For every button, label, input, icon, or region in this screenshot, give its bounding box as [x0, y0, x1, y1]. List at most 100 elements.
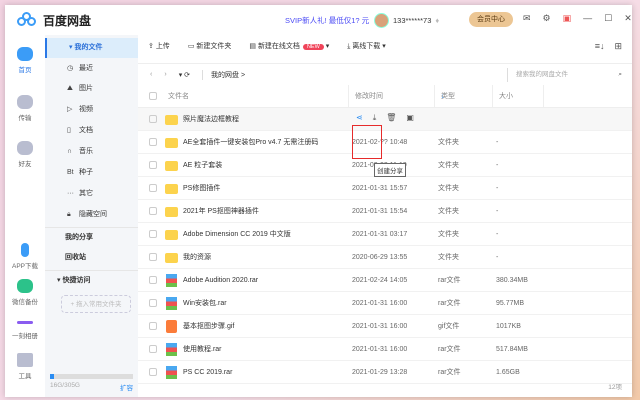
select-all-checkbox[interactable]	[149, 92, 157, 100]
delete-icon[interactable]: 🗑︎	[386, 113, 396, 123]
row-checkbox[interactable]	[149, 138, 157, 146]
table-row[interactable]: PS修图插件 2021-01-31 15:57 文件夹 -	[138, 177, 632, 200]
col-type[interactable]: 类型	[434, 85, 492, 108]
vip-center-button[interactable]: 会员中心	[469, 12, 513, 27]
nav-friends[interactable]: 好友	[5, 141, 45, 168]
sidebar-item-video[interactable]: ▷ 视频	[45, 100, 138, 120]
row-checkbox[interactable]	[149, 230, 157, 238]
row-checkbox[interactable]	[149, 161, 157, 169]
nav-tools[interactable]: 工具	[5, 353, 45, 380]
sidebar-label: 最近	[79, 65, 93, 72]
file-size: -	[496, 231, 499, 238]
folder-icon	[165, 115, 178, 125]
svip-promo-link[interactable]: SVIP新人礼! 最低仅1? 元	[285, 15, 369, 26]
row-checkbox[interactable]	[149, 184, 157, 192]
table-row[interactable]: 我的资源 2020-06-29 13:55 文件夹 -	[138, 246, 632, 269]
table-row[interactable]: 2021年 PS抠图神器插件 2021-01-31 15:54 文件夹 -	[138, 200, 632, 223]
sidebar: ▾ 我的文件 ◷ 最近 ⛰ 图片 ▷ 视频 ▯ 文档 ∩ 音乐 Bt 种子 ··· 其它 🔒︎…	[45, 35, 138, 397]
sidebar-item-images[interactable]: ⛰ 图片	[45, 79, 138, 99]
table-row[interactable]: PS CC 2019.rar 2021-01-29 13:28 rar文件 1.…	[138, 361, 632, 384]
file-type: 文件夹	[438, 185, 459, 192]
nav-label: 一刻相册	[12, 333, 38, 340]
row-checkbox[interactable]	[149, 345, 157, 353]
breadcrumb[interactable]: 我的网盘 >	[202, 69, 245, 80]
table-row[interactable]: 使用教程.rar 2021-01-31 16:00 rar文件 517.84MB	[138, 338, 632, 361]
col-size[interactable]: 大小	[492, 85, 544, 108]
expand-storage-link[interactable]: 扩容	[120, 382, 133, 392]
file-name[interactable]: 照片魔法边框教程	[183, 108, 239, 131]
col-name[interactable]: 文件名	[168, 85, 189, 108]
file-name[interactable]: PS修图插件	[183, 177, 220, 200]
file-name[interactable]: PS CC 2019.rar	[183, 361, 232, 384]
sidebar-my-files[interactable]: ▾ 我的文件	[45, 38, 138, 58]
nav-transfer[interactable]: 传输	[5, 95, 45, 122]
new-folder-button[interactable]: ▭ 新建文件夹	[188, 41, 232, 51]
share-icon[interactable]: ⋖	[356, 113, 363, 123]
mail-icon[interactable]: ✉	[523, 13, 531, 24]
user-menu[interactable]: 133******73 ♦	[374, 12, 439, 28]
grid-icon	[17, 353, 33, 367]
breadcrumb-item[interactable]: 我的网盘	[211, 72, 239, 79]
forward-icon[interactable]: ›	[164, 71, 166, 78]
drag-folder-zone[interactable]: + 拖入常用文件夹	[61, 295, 131, 313]
table-row[interactable]: 照片魔法边框教程 ⋖ ⤓ 🗑︎ ▣	[138, 108, 632, 131]
close-icon[interactable]: ✕	[624, 13, 632, 24]
minimize-icon[interactable]: —	[583, 13, 592, 24]
sidebar-quick-access[interactable]: ▾ 快捷访问	[45, 270, 138, 290]
more-actions-icon[interactable]: ▣	[406, 113, 414, 123]
sidebar-item-other[interactable]: ··· 其它	[45, 184, 138, 204]
row-checkbox[interactable]	[149, 276, 157, 284]
nav-home[interactable]: 首页	[5, 47, 45, 74]
table-row[interactable]: Adobe Dimension CC 2019 中文版 2021-01-31 0…	[138, 223, 632, 246]
file-name[interactable]: AE 粒子套装	[183, 154, 222, 177]
sidebar-item-torrents[interactable]: Bt 种子	[45, 163, 138, 183]
sort-icon[interactable]: ≡↓	[595, 41, 605, 52]
sidebar-item-recent[interactable]: ◷ 最近	[45, 59, 138, 79]
sidebar-item-docs[interactable]: ▯ 文档	[45, 121, 138, 141]
file-name[interactable]: 2021年 PS抠图神器插件	[183, 200, 259, 223]
table-row[interactable]: 基本抠图步骤.gif 2021-01-31 16:00 gif文件 1017KB	[138, 315, 632, 338]
row-checkbox[interactable]	[149, 207, 157, 215]
file-name[interactable]: 我的资源	[183, 246, 211, 269]
file-name[interactable]: AE全套插件一键安装包Pro v4.7 无需注册码	[183, 131, 318, 154]
col-label: 修改时间	[355, 93, 383, 100]
sidebar-recycle[interactable]: 回收站	[45, 248, 138, 268]
file-name[interactable]: 使用教程.rar	[183, 338, 222, 361]
sidebar-item-hidden[interactable]: 🔒︎ 隐藏空间	[45, 205, 138, 225]
file-name[interactable]: 基本抠图步骤.gif	[183, 315, 234, 338]
table-row[interactable]: AE全套插件一键安装包Pro v4.7 无需注册码 2021-02-?? 10:…	[138, 131, 632, 154]
search-icon[interactable]: ⌕	[618, 68, 622, 82]
table-row[interactable]: Win安装包.rar 2021-01-31 16:00 rar文件 95.77M…	[138, 292, 632, 315]
nav-album[interactable]: 一刻相册	[5, 315, 45, 340]
row-checkbox[interactable]	[149, 368, 157, 376]
back-icon[interactable]: ‹	[150, 71, 152, 78]
upload-button[interactable]: ⇪ 上传	[148, 41, 170, 51]
nav-bar: ‹ › ▾ ⟳ 我的网盘 > 搜索我的网盘文件 ⌕	[138, 63, 632, 85]
row-checkbox[interactable]	[149, 253, 157, 261]
col-modified[interactable]: 修改时间 ↓	[348, 85, 445, 108]
offline-download-button[interactable]: ⤓ 离线下载 ▾	[347, 41, 386, 51]
row-checkbox[interactable]	[149, 115, 157, 123]
file-panel: ⇪ 上传 ▭ 新建文件夹 ▤ 新建在线文档 NEW ▾ ⤓ 离线下载 ▾ ≡↓ ⊞ …	[138, 35, 632, 397]
nav-label: 工具	[18, 373, 32, 380]
history-dropdown-icon[interactable]: ▾ ⟳	[179, 71, 190, 79]
row-checkbox[interactable]	[149, 322, 157, 330]
sidebar-label: 视频	[79, 106, 93, 113]
file-name[interactable]: Adobe Audition 2020.rar	[183, 269, 258, 292]
file-name[interactable]: Adobe Dimension CC 2019 中文版	[183, 223, 291, 246]
new-doc-button[interactable]: ▤ 新建在线文档 NEW ▾	[249, 41, 329, 51]
file-name[interactable]: Win安装包.rar	[183, 292, 227, 315]
table-row[interactable]: Adobe Audition 2020.rar 2021-02-24 14:05…	[138, 269, 632, 292]
download-icon[interactable]: ⤓	[373, 113, 377, 123]
nav-wechat-backup[interactable]: 微信备份	[5, 279, 45, 306]
grid-view-icon[interactable]: ⊞	[614, 41, 622, 52]
sidebar-item-music[interactable]: ∩ 音乐	[45, 142, 138, 162]
maximize-icon[interactable]: ☐	[604, 13, 612, 24]
row-checkbox[interactable]	[149, 299, 157, 307]
nav-app-download[interactable]: APP下载	[5, 243, 45, 270]
sidebar-my-share[interactable]: 我的分享	[45, 227, 138, 247]
gear-icon[interactable]: ⚙	[543, 13, 551, 24]
search-input[interactable]: 搜索我的网盘文件 ⌕	[507, 68, 622, 82]
file-type: 文件夹	[438, 139, 459, 146]
gift-icon[interactable]: ▣	[563, 13, 572, 24]
